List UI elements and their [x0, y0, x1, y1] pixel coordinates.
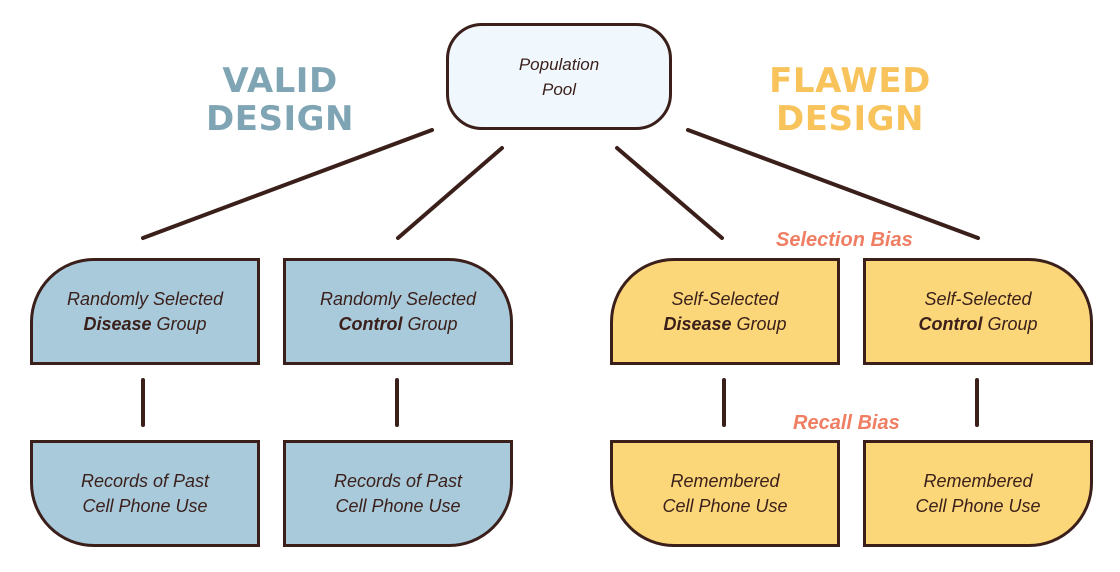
node-line2: Disease Group: [663, 312, 786, 337]
recall-bias-label: Recall Bias: [793, 412, 900, 434]
node-line1: Records of Past: [333, 470, 463, 491]
pool-line2: Pool: [541, 79, 577, 99]
node-line2: Cell Phone Use: [335, 495, 461, 516]
valid-control-records-node: Records of Past Cell Phone Use: [283, 440, 513, 547]
node-line1: Self-Selected: [924, 288, 1032, 309]
flawed-control-group-node: Self-Selected Control Group: [863, 258, 1093, 365]
valid-disease-records-node: Records of Past Cell Phone Use: [30, 440, 260, 547]
flawed-disease-records-node: Remembered Cell Phone Use: [610, 440, 840, 547]
node-line2: Cell Phone Use: [82, 495, 208, 516]
valid-title-line1: VALID: [222, 61, 338, 101]
flawed-title-line2: DESIGN: [776, 99, 924, 139]
valid-control-group-node: Randomly Selected Control Group: [283, 258, 513, 365]
node-line1: Randomly Selected: [66, 288, 224, 309]
selection-bias-label: Selection Bias: [776, 229, 913, 251]
node-line1: Records of Past: [80, 470, 210, 491]
pool-line1: Population: [518, 54, 600, 74]
flawed-disease-group-node: Self-Selected Disease Group: [610, 258, 840, 365]
node-line2: Disease Group: [83, 312, 206, 337]
node-rest-text: Group: [402, 313, 458, 334]
connector-pool-to-flawed-control: [686, 128, 980, 240]
node-line1: Randomly Selected: [319, 288, 477, 309]
node-rest-text: Group: [731, 313, 787, 334]
node-bold-text: Control: [918, 313, 983, 334]
node-line2: Cell Phone Use: [915, 495, 1041, 516]
node-line2: Control Group: [338, 312, 457, 337]
node-line1: Remembered: [670, 470, 780, 491]
flawed-control-records-node: Remembered Cell Phone Use: [863, 440, 1093, 547]
node-rest-text: Group: [151, 313, 207, 334]
node-line2: Cell Phone Use: [662, 495, 788, 516]
node-line1: Remembered: [923, 470, 1033, 491]
connector-pool-to-valid-control: [396, 146, 504, 240]
node-bold-text: Control: [338, 313, 403, 334]
connector-pool-to-valid-disease: [141, 128, 434, 240]
node-line2: Control Group: [918, 312, 1037, 337]
valid-disease-group-node: Randomly Selected Disease Group: [30, 258, 260, 365]
node-bold-text: Disease: [663, 313, 732, 334]
node-rest-text: Group: [982, 313, 1038, 334]
connector-pool-to-flawed-disease: [615, 146, 724, 240]
valid-design-title: VALID DESIGN: [190, 62, 370, 138]
flawed-title-line1: FLAWED: [769, 61, 931, 101]
node-bold-text: Disease: [83, 313, 152, 334]
valid-title-line2: DESIGN: [206, 99, 354, 139]
population-pool-node: Population Pool: [446, 23, 672, 130]
flawed-design-title: FLAWED DESIGN: [750, 62, 950, 138]
node-line1: Self-Selected: [671, 288, 779, 309]
